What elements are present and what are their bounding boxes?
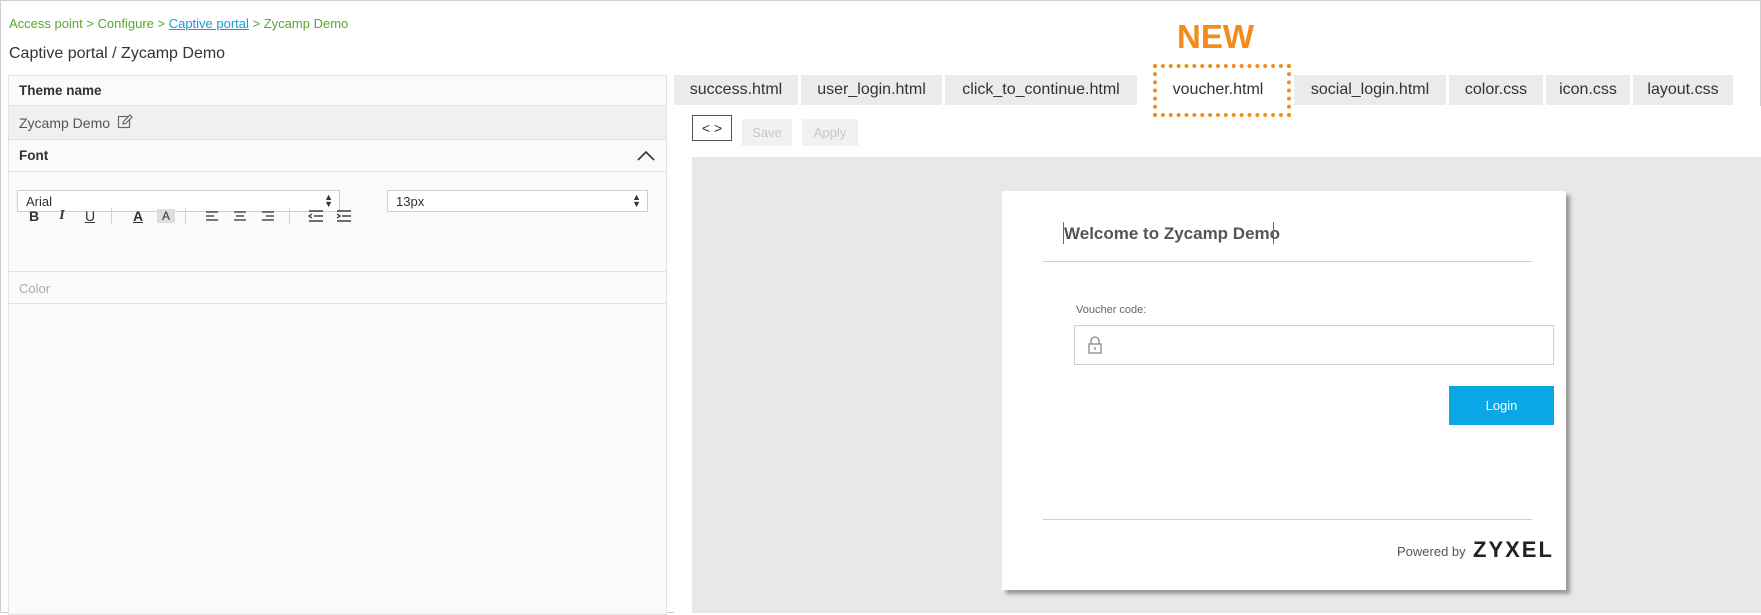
code-view-toggle-button[interactable]: < > <box>692 115 732 141</box>
page-preview: Welcome to Zycamp Demo Voucher code: Log… <box>692 157 1761 613</box>
powered-by-text: Powered by <box>1397 544 1466 559</box>
color-label: Color <box>19 281 51 296</box>
apply-button[interactable]: Apply <box>802 119 858 146</box>
toolbar-divider <box>289 208 290 224</box>
font-size-select[interactable]: 13px ▲ ▼ <box>387 190 648 212</box>
lock-icon <box>1088 336 1102 354</box>
theme-name-row[interactable]: Zycamp Demo <box>9 106 666 140</box>
voucher-code-label: Voucher code: <box>1076 304 1147 316</box>
align-left-icon[interactable] <box>203 206 221 226</box>
bold-button[interactable]: B <box>25 206 43 226</box>
toolbar-divider <box>111 208 112 224</box>
italic-button[interactable]: I <box>53 206 71 226</box>
tab-layout-css[interactable]: layout.css <box>1633 75 1733 105</box>
voucher-login-card: Welcome to Zycamp Demo Voucher code: Log… <box>1002 191 1566 590</box>
font-section-header[interactable]: Font <box>9 140 666 172</box>
page-title: Captive portal / Zycamp Demo <box>9 45 226 62</box>
indent-icon[interactable] <box>335 206 353 226</box>
tab-icon-css[interactable]: icon.css <box>1546 75 1630 105</box>
font-color-button[interactable]: A <box>129 206 147 226</box>
breadcrumb-link-captive-portal[interactable]: Captive portal <box>169 16 249 31</box>
font-size-value: 13px <box>396 194 425 209</box>
theme-name-header: Theme name <box>9 76 666 106</box>
underline-button[interactable]: U <box>81 206 99 226</box>
welcome-title[interactable]: Welcome to Zycamp Demo <box>1064 224 1280 244</box>
select-arrows-icon: ▲ ▼ <box>632 192 641 209</box>
toolbar-divider <box>185 208 186 224</box>
new-badge: NEW <box>1177 18 1254 55</box>
tab-success-html[interactable]: success.html <box>674 75 798 105</box>
align-center-icon[interactable] <box>231 206 249 226</box>
outdent-icon[interactable] <box>307 206 325 226</box>
tab-color-css[interactable]: color.css <box>1449 75 1543 105</box>
editor-area: < > Save Apply Welcome to Zycamp Demo Vo… <box>674 106 1761 613</box>
tab-social-login-html[interactable]: social_login.html <box>1294 75 1446 105</box>
font-label: Font <box>19 148 49 163</box>
save-button[interactable]: Save <box>742 119 792 146</box>
tab-click-to-continue-html[interactable]: click_to_continue.html <box>945 75 1137 105</box>
new-tab-highlight <box>1153 64 1291 117</box>
color-row[interactable]: Color <box>9 272 666 304</box>
select-arrows-icon: ▲ ▼ <box>324 192 333 209</box>
text-cursor <box>1273 222 1274 244</box>
align-right-icon[interactable] <box>259 206 277 226</box>
highlight-color-button[interactable]: A <box>157 209 175 223</box>
card-divider <box>1043 261 1532 262</box>
login-button[interactable]: Login <box>1449 386 1554 425</box>
theme-settings-panel: Theme name Zycamp Demo Font Arial ▲ ▼ 13p… <box>8 75 667 615</box>
edit-icon[interactable] <box>117 114 133 130</box>
brand-text: ZYXEL <box>1473 537 1554 562</box>
chevron-up-icon[interactable] <box>636 148 656 162</box>
zyxel-logo: ZYXEL <box>1473 537 1554 562</box>
breadcrumb-current: > Zycamp Demo <box>248 16 349 31</box>
footer-divider <box>1043 519 1532 520</box>
breadcrumb-path: Access point > Configure > <box>9 16 169 31</box>
tab-user-login-html[interactable]: user_login.html <box>801 75 942 105</box>
breadcrumb: Access point > Configure > Captive porta… <box>9 16 348 31</box>
theme-name-value: Zycamp Demo <box>19 115 111 131</box>
voucher-code-input[interactable] <box>1074 325 1554 365</box>
theme-name-label: Theme name <box>19 83 102 98</box>
